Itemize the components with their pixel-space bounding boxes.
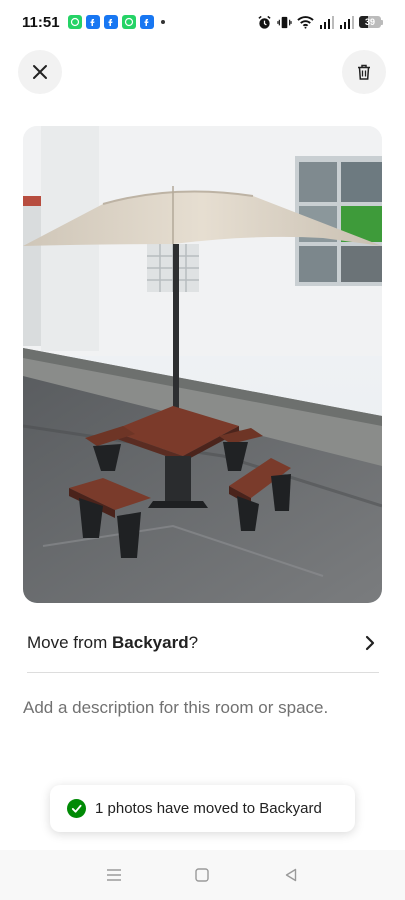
vibrate-icon xyxy=(277,16,292,28)
delete-button[interactable] xyxy=(342,50,386,94)
trash-icon xyxy=(358,64,370,80)
notification-icons xyxy=(67,15,165,29)
room-name: Backyard xyxy=(112,633,189,652)
facebook-icon xyxy=(103,15,118,29)
divider xyxy=(27,672,379,673)
battery-level: 39 xyxy=(364,17,375,27)
whatsapp-icon xyxy=(121,15,136,29)
menu-button[interactable] xyxy=(94,855,134,895)
signal-icon xyxy=(320,15,334,29)
status-bar: 11:51 39 xyxy=(0,0,405,44)
move-from-room-text: Move from Backyard? xyxy=(27,633,198,653)
description-input[interactable] xyxy=(23,694,382,722)
back-triangle-icon xyxy=(285,868,297,882)
close-button[interactable] xyxy=(18,50,62,94)
toast-message: 1 photos have moved to Backyard xyxy=(95,800,322,817)
room-photo[interactable] xyxy=(23,126,382,603)
back-button[interactable] xyxy=(271,855,311,895)
move-suffix: ? xyxy=(188,633,199,652)
alarm-icon xyxy=(258,15,271,29)
moved-toast: 1 photos have moved to Backyard xyxy=(50,785,355,832)
more-notifications-dot xyxy=(160,20,165,24)
check-circle-icon xyxy=(67,799,86,818)
menu-icon xyxy=(107,869,122,881)
wifi-icon xyxy=(297,16,314,29)
patio-photo-image xyxy=(23,126,382,603)
status-time: 11:51 xyxy=(22,13,60,31)
whatsapp-icon xyxy=(67,15,82,29)
home-square-icon xyxy=(195,868,210,882)
close-icon xyxy=(33,65,47,79)
signal-icon xyxy=(340,15,354,29)
move-from-room-row[interactable]: Move from Backyard? xyxy=(27,620,379,666)
battery-icon: 39 xyxy=(359,16,383,28)
navigation-bar xyxy=(0,850,405,900)
chevron-right-icon xyxy=(365,635,375,651)
move-prefix: Move from xyxy=(27,633,113,652)
home-button[interactable] xyxy=(182,855,222,895)
system-status-icons: 39 xyxy=(257,15,383,30)
facebook-icon xyxy=(85,15,100,29)
facebook-icon xyxy=(139,15,154,29)
